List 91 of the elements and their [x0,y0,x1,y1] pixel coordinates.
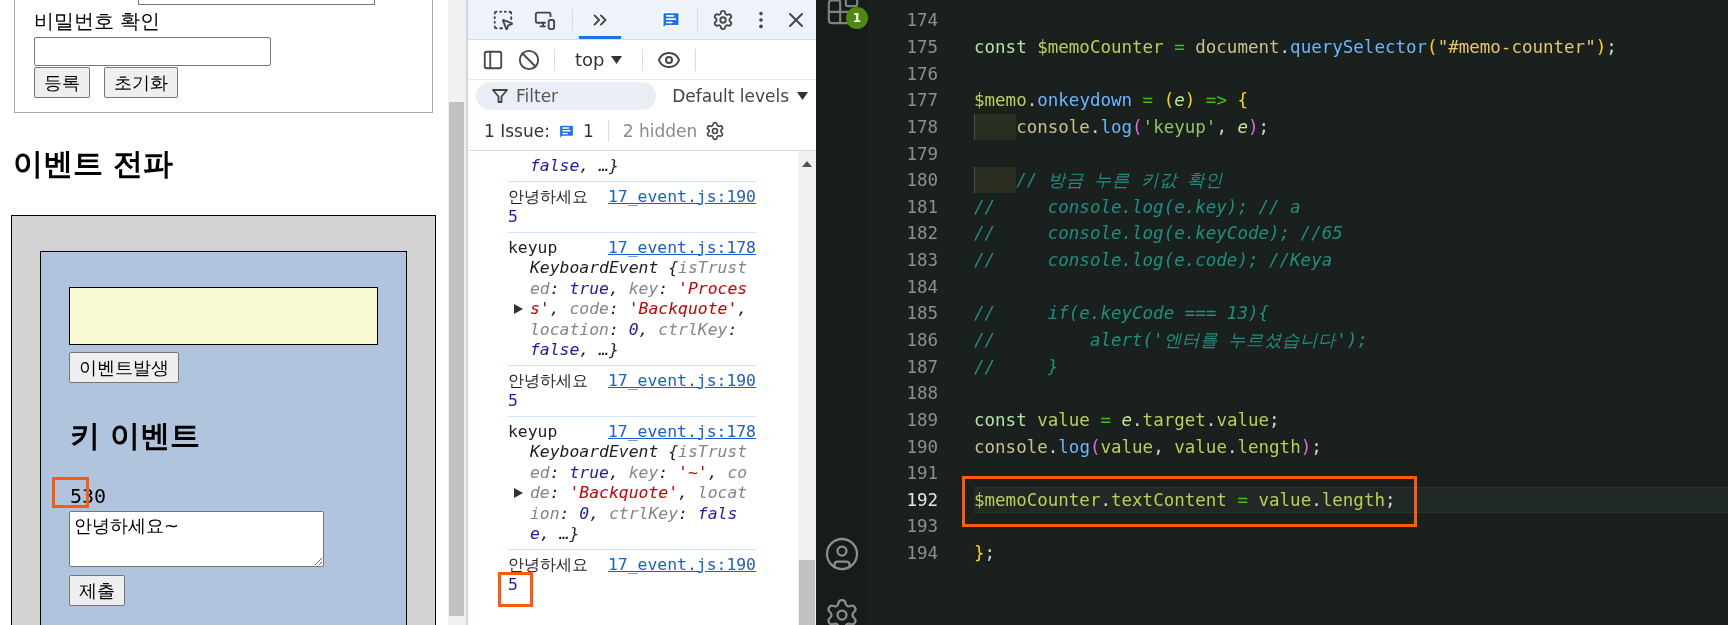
sidebar-icon[interactable] [482,48,504,71]
submit-button[interactable]: 제출 [69,575,125,606]
line-number: 185 [905,303,938,324]
account-icon[interactable] [824,536,860,572]
context-dropdown[interactable]: top [569,49,628,70]
log-message: keyup [508,421,558,442]
section-heading: 이벤트 전파 [13,145,175,183]
line-number: 176 [905,63,938,84]
object-line: e, …} [529,524,581,545]
line-number: 181 [905,196,938,217]
line-number: 174 [905,10,938,31]
code-line: console.log('keyup', e); [974,113,1728,141]
caret-icon [610,55,622,64]
log-message: 안녕하세요 [508,554,588,575]
hidden-count: 2 hidden [622,121,698,141]
code-line: // } [974,355,1060,379]
object-line: location: 0, ctrlKey: [529,319,739,340]
line-number: 190 [905,436,938,457]
settings-icon[interactable] [712,8,734,31]
object-line: de: 'Backquote', locat [508,483,756,504]
code-line: $memo.onkeydown = (e) => { [974,89,1249,113]
code-line: const value = e.target.value; [974,408,1281,432]
line-number: 192 [905,489,938,510]
source-link[interactable]: 17_event.js:190 [607,554,756,575]
log-value: 5 [508,575,518,594]
issue-count: 1 [582,121,594,141]
filter-icon [492,88,508,104]
code-line: // console.log(e.code); //Keya [974,249,1334,273]
code-line: // alert('엔터를 누르셨습니다'); [974,329,1369,352]
line-number: 194 [905,543,938,564]
levels-dropdown[interactable]: Default levels [672,86,808,106]
object-line: ed: true, key: 'Proces [529,278,749,299]
line-number: 193 [905,516,938,537]
line-number: 175 [905,36,938,57]
line-number: 182 [905,223,938,244]
line-number: 186 [905,330,938,350]
line-number: 187 [905,356,938,377]
line-number: 177 [905,90,938,111]
issues-label: 1 Issue: [484,121,550,141]
code-line: // console.log(e.key); // a [974,195,1302,219]
expand-triangle-icon[interactable] [514,488,523,498]
filter-placeholder: Filter [516,86,559,106]
memo-textarea[interactable]: 안녕하세요~ [69,511,324,567]
log-message: 안녕하세요 [508,370,588,391]
filter-field[interactable]: Filter [476,82,657,110]
settings-icon[interactable] [824,597,860,625]
line-number: 178 [905,116,938,137]
form-button[interactable]: 등록 [34,67,90,98]
expand-triangle-icon[interactable] [514,304,523,314]
object-line: false, …} [529,156,620,177]
line-number: 180 [905,170,938,191]
log-value: 5 [508,391,518,410]
form-button[interactable]: 초기화 [104,67,178,98]
object-line: KeyboardEvent {isTrust [529,442,749,463]
password-field[interactable] [34,37,271,66]
field-label: 비밀번호 확인 [34,8,162,34]
event-button[interactable]: 이벤트발생 [69,352,179,383]
line-number: 189 [905,409,938,430]
code-line: // if(e.keyCode === 13){ [974,302,1270,326]
message-icon[interactable] [661,9,681,30]
line-number: 179 [905,143,938,164]
scrollbar[interactable] [798,151,816,625]
line-number: 183 [905,250,938,271]
log-message: 안녕하세요 [508,186,588,207]
clear-console-icon[interactable] [518,48,540,71]
line-number: 188 [905,383,938,404]
code-line: const $memoCounter = document.querySelector("#memo-counter"); [974,35,1618,59]
line-number: 191 [905,463,938,484]
log-message: keyup [508,237,558,258]
object-line: ion: 0, ctrlKey: fals [529,503,739,524]
source-link[interactable]: 17_event.js:190 [607,370,756,391]
code-line: // 방금 누른 키값 확인 [974,166,1728,194]
source-link[interactable]: 17_event.js:178 [607,237,756,258]
log-value: 5 [508,207,518,226]
scrollbar[interactable] [448,0,468,625]
section-heading: 키 이벤트 [70,417,202,455]
source-link[interactable]: 17_event.js:190 [607,186,756,207]
caret-icon [797,92,808,100]
extensions-icon[interactable] [826,0,860,26]
settings-icon[interactable] [705,121,726,141]
notification-badge: 1 [846,7,868,29]
line-number: 184 [905,276,938,297]
object-line: s', code: 'Backquote', [508,299,756,320]
source-link[interactable]: 17_event.js:178 [607,421,756,442]
object-line: ed: true, key: '~', co [529,462,749,483]
issue-icon[interactable] [557,122,575,140]
code-line: }; [974,542,997,566]
object-line: KeyboardEvent {isTrust [529,258,749,279]
code-line: console.log(value, value.length); [974,435,1323,459]
code-line: // console.log(e.keyCode); //65 [974,222,1344,246]
object-line: false, …} [529,340,620,361]
